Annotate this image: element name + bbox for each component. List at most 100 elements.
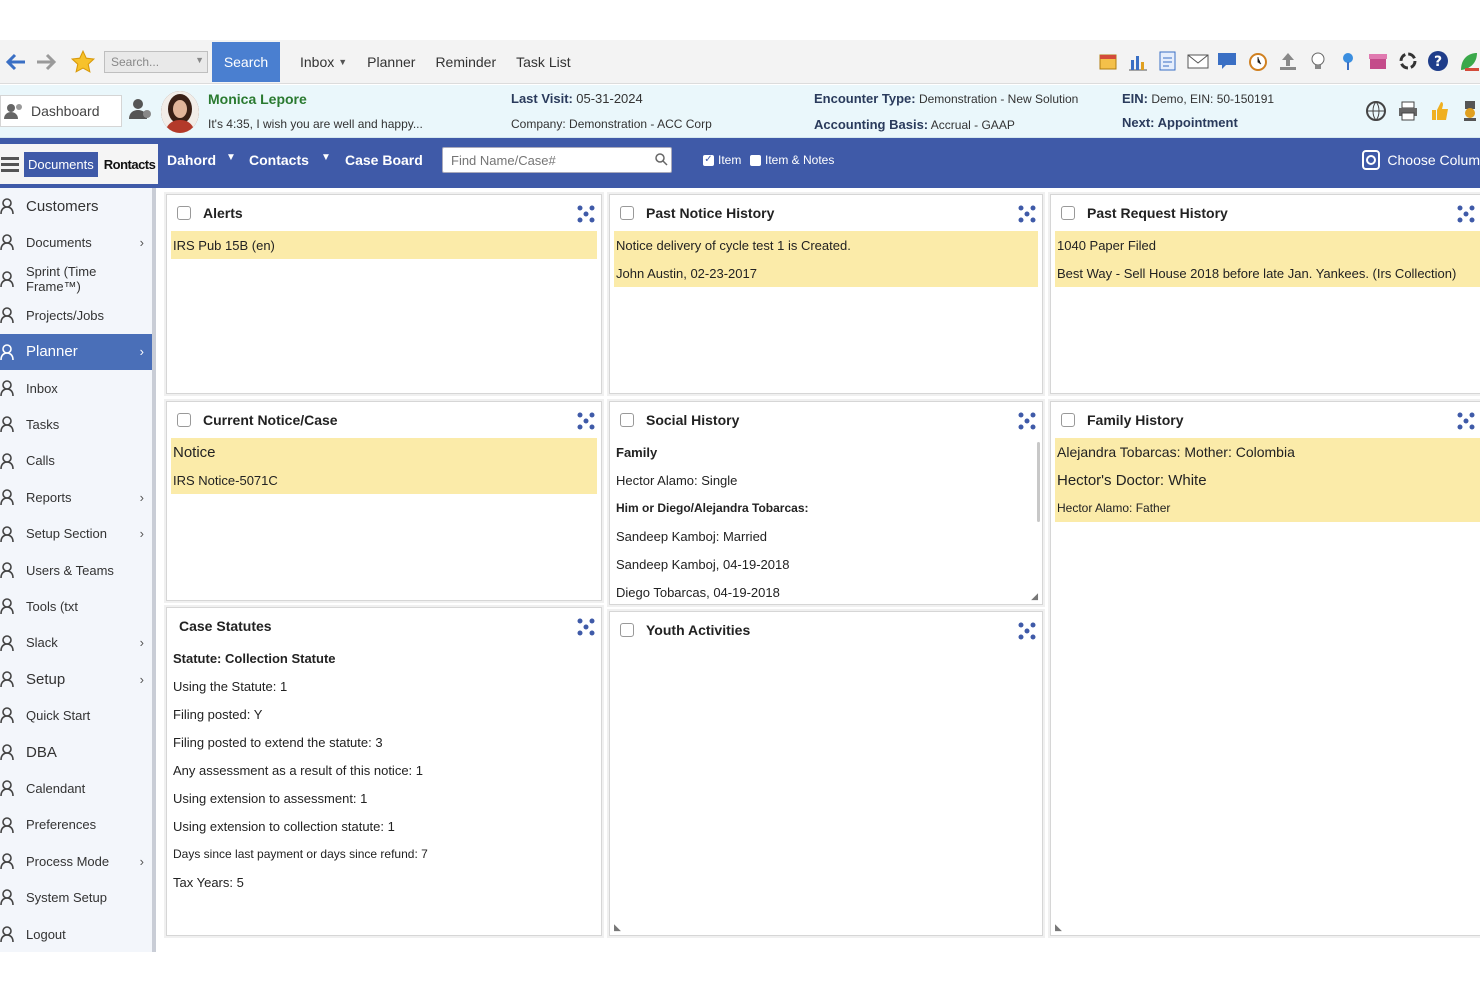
sidebar-item-inbox[interactable]: Inbox: [0, 370, 152, 406]
sidebar-item-customers[interactable]: Customers: [0, 188, 152, 224]
sidebar-item-projects-jobs[interactable]: Projects/Jobs: [0, 297, 152, 333]
back-arrow-icon[interactable]: [2, 48, 30, 76]
move-icon[interactable]: [577, 412, 595, 435]
sidebar-item-quick-start[interactable]: Quick Start: [0, 697, 152, 733]
panel-checkbox[interactable]: [1061, 413, 1075, 427]
chat-icon[interactable]: [1216, 48, 1240, 74]
list-item[interactable]: Notice: [171, 438, 597, 466]
choose-columns-button[interactable]: Choose Colum: [1361, 148, 1480, 172]
help-icon[interactable]: ?: [1426, 48, 1450, 74]
move-icon[interactable]: [1018, 622, 1036, 645]
panel-checkbox[interactable]: [177, 413, 191, 427]
resize-handle-icon[interactable]: ◢: [1031, 591, 1038, 602]
favorite-star-icon[interactable]: [70, 49, 96, 75]
item-notes-checkbox[interactable]: Item & Notes: [750, 153, 834, 167]
sidebar-item-planner[interactable]: Planner ›: [0, 333, 152, 370]
sidebar-item-system-setup[interactable]: System Setup: [0, 879, 152, 915]
panel-checkbox[interactable]: [620, 206, 634, 220]
forward-arrow-icon[interactable]: [32, 48, 60, 76]
tab-contacts[interactable]: Rontacts: [104, 157, 156, 172]
top-toolbar: Search... ▼ Search Inbox ▼ Planner Remind…: [0, 40, 1480, 84]
list-item[interactable]: IRS Notice-5071C: [171, 466, 597, 494]
list-item[interactable]: Hector's Doctor: White: [1055, 466, 1480, 494]
list-item: Using extension to assessment: 1: [173, 790, 368, 806]
thumbs-up-icon[interactable]: [1428, 99, 1452, 123]
calendar-icon[interactable]: [1096, 48, 1120, 74]
sidebar-item-reports[interactable]: Reports ›: [0, 479, 152, 515]
alarm-clock-icon[interactable]: [1246, 48, 1270, 74]
toolbar-planner[interactable]: Planner: [367, 54, 415, 70]
client-name[interactable]: Monica Lepore: [208, 91, 307, 107]
move-icon[interactable]: [1018, 412, 1036, 435]
chevron-right-icon: ›: [139, 235, 144, 251]
panel-checkbox[interactable]: [1061, 206, 1075, 220]
panel-checkbox[interactable]: [177, 206, 191, 220]
sidebar-item-calls[interactable]: Calls: [0, 443, 152, 479]
sidebar-item-documents[interactable]: Documents ›: [0, 224, 152, 260]
list-item[interactable]: 1040 Paper Filed: [1055, 231, 1480, 259]
sidebar-item-tasks[interactable]: Tasks: [0, 406, 152, 442]
list-item[interactable]: Notice delivery of cycle test 1 is Creat…: [614, 231, 1038, 259]
sidebar-item-users-teams[interactable]: Users & Teams: [0, 552, 152, 588]
resize-handle-icon[interactable]: ◣: [614, 922, 621, 933]
award-icon[interactable]: [1460, 99, 1480, 123]
toolbar-inbox[interactable]: Inbox ▼: [300, 54, 347, 70]
sidebar-item-calendant[interactable]: Calendant: [0, 770, 152, 806]
list-item[interactable]: IRS Pub 15B (en): [171, 231, 597, 259]
leaf-icon[interactable]: [1456, 48, 1480, 74]
tab-documents[interactable]: Documents: [24, 151, 98, 177]
resize-handle-icon[interactable]: ◣: [1055, 922, 1062, 933]
toolbar-task-list[interactable]: Task List: [516, 54, 570, 70]
move-icon[interactable]: [1018, 205, 1036, 228]
chevron-down-icon[interactable]: ▼: [226, 152, 236, 163]
print-icon[interactable]: [1396, 99, 1420, 123]
panel-checkbox[interactable]: [620, 413, 634, 427]
lightbulb-icon[interactable]: [1306, 48, 1330, 74]
search-button[interactable]: Search: [212, 41, 280, 82]
bar-chart-icon[interactable]: [1126, 48, 1150, 74]
next-appointment[interactable]: Next: Appointment: [1122, 115, 1238, 130]
find-name-case-input[interactable]: [442, 147, 672, 173]
sync-icon[interactable]: [1396, 48, 1420, 74]
item-checkbox[interactable]: ✓ Item: [703, 153, 741, 167]
search-icon[interactable]: [654, 152, 668, 171]
panel-title: Case Statutes: [179, 618, 272, 634]
move-icon[interactable]: [577, 205, 595, 228]
sidebar-item-setup[interactable]: Setup ›: [0, 661, 152, 697]
user-settings-icon[interactable]: [128, 97, 152, 126]
dashboard-button[interactable]: Dashboard: [0, 95, 122, 127]
pin-icon[interactable]: [1336, 48, 1360, 74]
store-icon[interactable]: [1366, 48, 1390, 74]
subnav-case-board[interactable]: Case Board: [345, 152, 423, 168]
list-item[interactable]: Best Way - Sell House 2018 before late J…: [1055, 259, 1480, 287]
search-input[interactable]: Search... ▼: [104, 50, 208, 73]
upload-icon[interactable]: [1276, 48, 1300, 74]
users-icon: [0, 561, 18, 582]
move-icon[interactable]: [1457, 412, 1475, 435]
chevron-down-icon[interactable]: ▼: [321, 152, 331, 163]
sidebar-item-label: Quick Start: [26, 708, 91, 724]
move-icon[interactable]: [577, 618, 595, 641]
sprint-icon: [0, 270, 18, 291]
sidebar-item-dba[interactable]: DBA: [0, 734, 152, 770]
sidebar-item-preferences[interactable]: Preferences: [0, 807, 152, 843]
toolbar-reminder[interactable]: Reminder: [435, 54, 496, 70]
sidebar-item-setup-section[interactable]: Setup Section ›: [0, 516, 152, 552]
scrollbar[interactable]: [1037, 442, 1040, 522]
globe-icon[interactable]: [1364, 99, 1388, 123]
sidebar-item-slack[interactable]: Slack ›: [0, 625, 152, 661]
chevron-down-icon[interactable]: ▼: [195, 55, 204, 65]
panel-checkbox[interactable]: [620, 623, 634, 637]
list-item[interactable]: John Austin, 02-23-2017: [614, 259, 1038, 287]
sidebar-item-sprint-time-frame[interactable]: Sprint (Time Frame™): [0, 261, 152, 297]
subnav-contacts[interactable]: Contacts: [249, 152, 309, 168]
sidebar-item-process-mode[interactable]: Process Mode ›: [0, 843, 152, 879]
move-icon[interactable]: [1457, 205, 1475, 228]
mail-icon[interactable]: [1186, 48, 1210, 74]
list-item[interactable]: Alejandra Tobarcas: Mother: Colombia: [1055, 438, 1480, 466]
subnav-dashboard[interactable]: Dahord: [167, 152, 216, 168]
sidebar-item-tools-txt[interactable]: Tools (txt: [0, 588, 152, 624]
list-item[interactable]: Hector Alamo: Father: [1055, 494, 1480, 522]
report-icon[interactable]: [1156, 48, 1180, 74]
sidebar-item-logout[interactable]: Logout: [0, 916, 152, 952]
